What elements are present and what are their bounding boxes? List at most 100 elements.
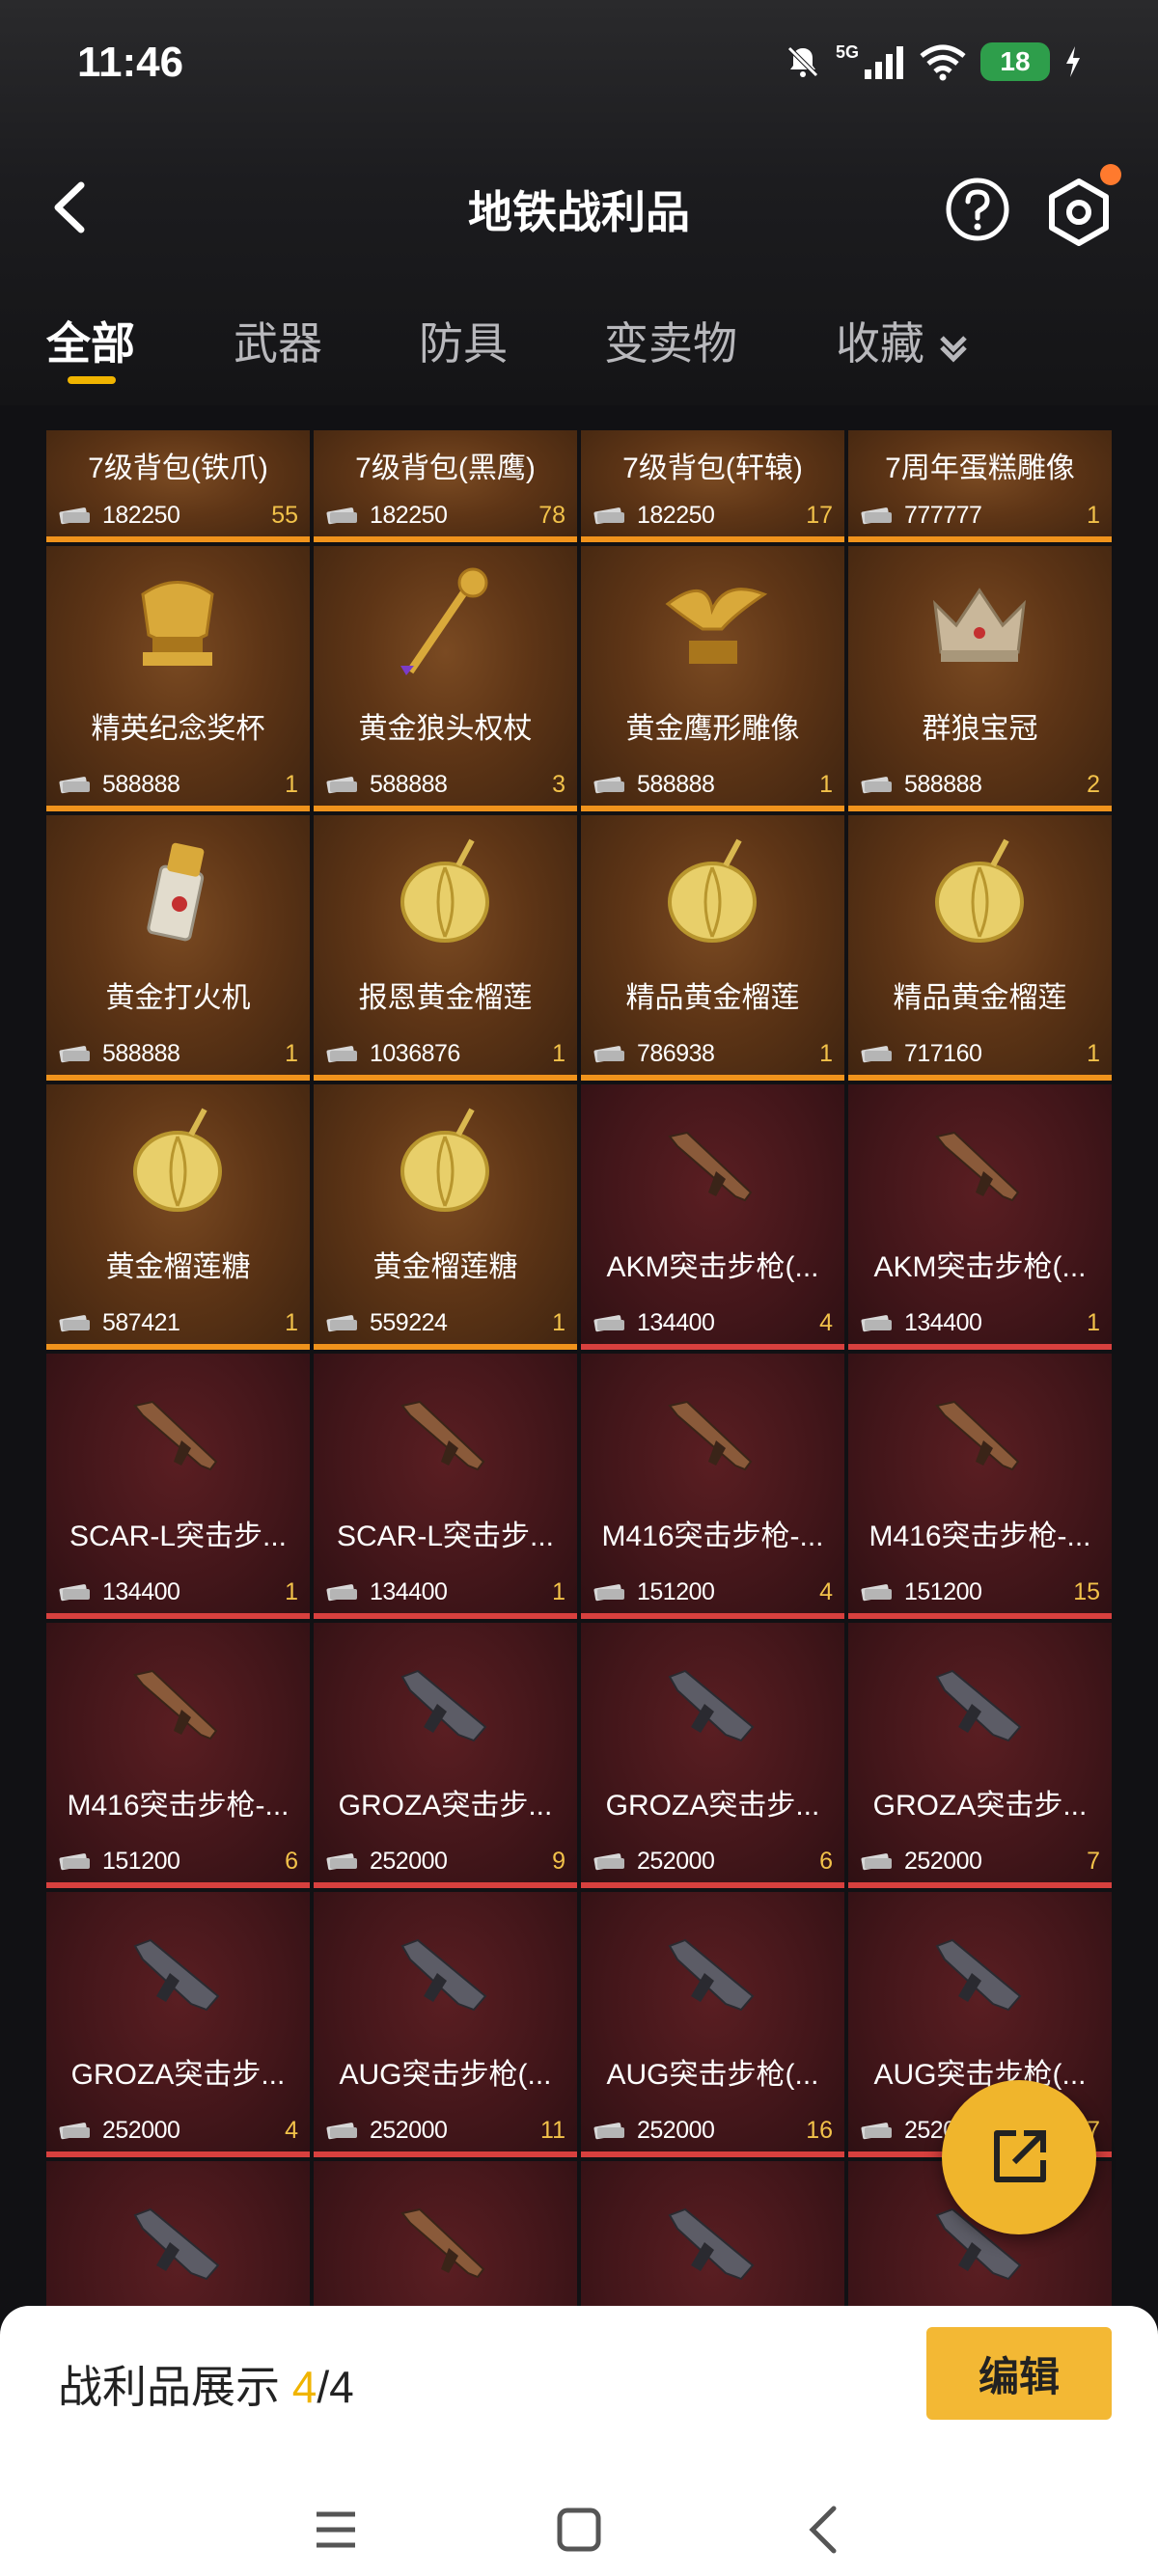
rarity-bar [581,536,844,542]
loot-item-card[interactable]: GROZA突击步... 252000 4 [46,1892,310,2157]
rarity-bar [848,806,1112,811]
category-tabs: 全部 武器 防具 变卖物 收藏 [0,309,1158,396]
nav-back-icon[interactable] [797,2501,855,2559]
rifle-icon [848,1373,1112,1489]
item-price: 588888 [370,770,448,798]
item-price: 252000 [637,1847,715,1875]
settings-icon[interactable] [1042,176,1116,249]
loot-item-card[interactable]: AKM突击步枪(... 134400 4 [581,1084,844,1350]
item-count: 17 [806,501,833,529]
loot-item-card[interactable]: M416突击步枪-... 151200 4 [581,1354,844,1619]
cash-icon [593,507,624,525]
tab-all[interactable]: 全部 [46,309,135,372]
rarity-bar [46,806,310,811]
cash-icon [59,777,90,794]
cash-icon [326,2123,357,2140]
loot-item-card[interactable]: 7级背包(轩辕) 182250 17 [581,430,844,542]
loot-item-card[interactable] [46,2161,310,2306]
loot-item-card[interactable]: 报恩黄金榴莲 1036876 1 [314,815,577,1081]
loot-item-card[interactable]: 黄金狼头权杖 588888 3 [314,546,577,811]
help-icon[interactable] [944,176,1011,243]
showcase-label: 战利品展示 [58,2362,280,2412]
tab-weapons[interactable]: 武器 [234,309,322,372]
loot-item-card[interactable]: GROZA突击步... 252000 9 [314,1623,577,1888]
item-name: 黄金狼头权杖 [358,713,533,745]
rarity-bar [848,1075,1112,1081]
loot-item-card[interactable]: 7级背包(铁爪) 182250 55 [46,430,310,542]
loot-item-card[interactable]: 黄金榴莲糖 559224 1 [314,1084,577,1350]
cash-icon [59,1584,90,1602]
item-name: 7级背包(轩辕) [622,452,803,484]
rarity-bar [46,536,310,542]
menu-icon[interactable] [307,2501,365,2559]
tab-favorites[interactable]: 收藏 [836,309,975,372]
cash-icon [326,1315,357,1332]
loot-item-card[interactable]: GROZA突击步... 252000 6 [581,1623,844,1888]
price-row: 588888 1 [46,765,310,804]
rarity-bar [314,1344,577,1350]
cash-icon [861,507,892,525]
loot-item-card[interactable]: AUG突击步枪(... 252000 11 [314,1892,577,2157]
item-price: 151200 [637,1577,715,1605]
rarity-bar [581,1882,844,1888]
home-icon[interactable] [550,2501,608,2559]
rarity-bar [46,1882,310,1888]
rarity-bar [46,1344,310,1350]
item-name: GROZA突击步... [872,1790,1088,1822]
loot-item-card[interactable]: 黄金鹰形雕像 588888 1 [581,546,844,811]
loot-item-card[interactable]: 精品黄金榴莲 717160 1 [848,815,1112,1081]
item-name: 7周年蛋糕雕像 [885,452,1075,484]
item-name: SCAR-L突击步... [336,1521,555,1552]
item-price: 252000 [637,2116,715,2144]
item-price: 134400 [102,1577,180,1605]
bullpup-rifle-icon [46,1911,310,2027]
edit-button[interactable]: 编辑 [926,2327,1112,2420]
loot-item-card[interactable]: 黄金榴莲糖 587421 1 [46,1084,310,1350]
loot-item-card[interactable]: 黄金打火机 588888 1 [46,815,310,1081]
loot-item-card[interactable]: 精英纪念奖杯 588888 1 [46,546,310,811]
loot-item-card[interactable]: M416突击步枪-... 151200 15 [848,1354,1112,1619]
item-count: 1 [285,1577,298,1605]
share-edit-button[interactable] [942,2080,1096,2234]
price-row: 588888 3 [314,765,577,804]
loot-item-card[interactable]: AUG突击步枪(... 252000 16 [581,1892,844,2157]
item-count: 1 [285,1308,298,1336]
loot-item-card[interactable]: M416突击步枪-... 151200 6 [46,1623,310,1888]
item-price: 588888 [102,1039,180,1067]
loot-item-card[interactable]: SCAR-L突击步... 134400 1 [314,1354,577,1619]
rarity-bar [314,536,577,542]
item-name: GROZA突击步... [605,1790,820,1822]
tab-sellables[interactable]: 变卖物 [604,309,737,372]
item-count: 4 [819,1308,833,1336]
item-price: 252000 [102,2116,180,2144]
showcase-total: /4 [317,2362,354,2412]
loot-item-card[interactable]: 群狼宝冠 588888 2 [848,546,1112,811]
loot-item-card[interactable] [314,2161,577,2306]
item-price: 252000 [370,2116,448,2144]
loot-item-card[interactable]: AKM突击步枪(... 134400 1 [848,1084,1112,1350]
loot-item-card[interactable] [581,2161,844,2306]
tab-armor[interactable]: 防具 [419,309,508,372]
rifle-icon [46,1373,310,1489]
loot-item-card[interactable]: 精品黄金榴莲 786938 1 [581,815,844,1081]
price-row: 252000 16 [581,2111,844,2150]
price-row: 182250 78 [314,496,577,534]
rifle-icon [581,1104,844,1219]
item-name: 精英纪念奖杯 [91,713,265,745]
loot-item-card[interactable]: GROZA突击步... 252000 7 [848,1623,1112,1888]
loot-item-card[interactable]: 7周年蛋糕雕像 777777 1 [848,430,1112,542]
item-name: 精品黄金榴莲 [893,982,1067,1014]
item-count: 55 [271,501,298,529]
item-name: 7级背包(黑鹰) [355,452,536,484]
rarity-bar [314,1882,577,1888]
item-name: 7级背包(铁爪) [88,452,268,484]
item-name: 黄金榴莲糖 [105,1251,251,1283]
price-row: 134400 1 [848,1303,1112,1342]
loot-item-card[interactable]: 7级背包(黑鹰) 182250 78 [314,430,577,542]
bullpup-rifle-icon [848,1642,1112,1758]
item-price: 588888 [102,770,180,798]
rarity-bar [848,1344,1112,1350]
loot-item-card[interactable]: SCAR-L突击步... 134400 1 [46,1354,310,1619]
charging-icon [1066,46,1080,77]
cash-icon [593,1046,624,1063]
